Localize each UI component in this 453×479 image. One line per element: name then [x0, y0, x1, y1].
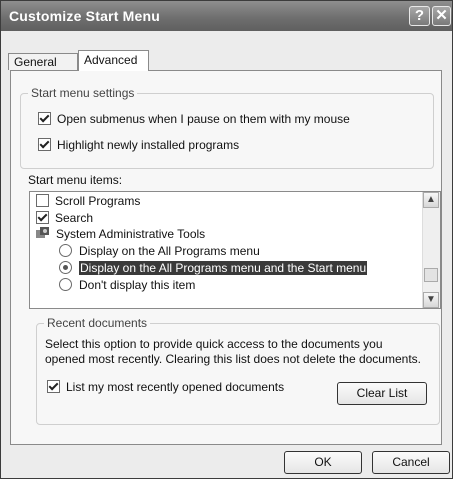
tab-advanced[interactable]: Advanced	[78, 50, 149, 71]
start-menu-items-list[interactable]: Scroll Programs Search System Administra…	[29, 191, 441, 309]
title-bar[interactable]: Customize Start Menu ? ✕	[1, 1, 452, 31]
cancel-button[interactable]: Cancel	[372, 451, 450, 474]
tab-general[interactable]: General	[8, 53, 78, 70]
search-label: Search	[55, 211, 94, 225]
list-item-display-all-programs[interactable]: Display on the All Programs menu	[59, 244, 260, 258]
scroll-down-button[interactable]: ▼	[423, 292, 439, 308]
dont-display-label: Don't display this item	[79, 278, 196, 292]
list-item-search[interactable]: Search	[36, 211, 93, 225]
display-all-programs-label: Display on the All Programs menu	[79, 244, 260, 258]
scroll-thumb[interactable]	[424, 268, 438, 282]
scroll-programs-checkbox[interactable]	[36, 194, 49, 207]
open-submenus-checkbox[interactable]	[38, 112, 51, 125]
list-scrollbar[interactable]: ▲ ▼	[422, 192, 440, 308]
list-item-dont-display[interactable]: Don't display this item	[59, 278, 195, 292]
highlight-programs-option[interactable]: Highlight newly installed programs	[38, 138, 239, 152]
highlight-programs-checkbox[interactable]	[38, 138, 51, 151]
list-item-display-all-and-start[interactable]: Display on the All Programs menu and the…	[59, 261, 368, 275]
dialog-window: Customize Start Menu ? ✕ General Advance…	[0, 0, 453, 479]
chevron-down-icon: ▼	[426, 294, 436, 305]
display-all-programs-radio[interactable]	[59, 244, 72, 257]
help-button[interactable]: ?	[409, 6, 430, 26]
close-button[interactable]: ✕	[432, 6, 451, 26]
start-menu-settings-group: Start menu settings Open submenus when I…	[20, 86, 434, 169]
list-item-system-admin-tools: System Administrative Tools	[36, 227, 205, 241]
system-admin-tools-label: System Administrative Tools	[56, 227, 206, 241]
display-all-and-start-label: Display on the All Programs menu and the…	[79, 261, 368, 275]
recent-documents-label: Recent documents	[44, 316, 151, 330]
scroll-up-button[interactable]: ▲	[423, 192, 439, 208]
recent-documents-group: Recent documents Select this option to p…	[36, 316, 440, 425]
scroll-programs-label: Scroll Programs	[55, 194, 141, 208]
admin-tools-icon	[36, 227, 49, 238]
chevron-up-icon: ▲	[426, 194, 436, 205]
open-submenus-label: Open submenus when I pause on them with …	[57, 112, 350, 126]
ok-button[interactable]: OK	[284, 451, 362, 474]
start-menu-settings-label: Start menu settings	[28, 86, 138, 100]
list-recent-docs-checkbox[interactable]	[47, 380, 60, 393]
window-title: Customize Start Menu	[9, 8, 161, 24]
clear-list-button[interactable]: Clear List	[337, 382, 427, 405]
highlight-programs-label: Highlight newly installed programs	[57, 138, 240, 152]
recent-description-line2: opened most recently. Clearing this list…	[45, 352, 421, 366]
display-all-and-start-radio[interactable]	[59, 261, 72, 274]
search-checkbox[interactable]	[36, 211, 49, 224]
list-recent-docs-label: List my most recently opened documents	[66, 380, 285, 394]
open-submenus-option[interactable]: Open submenus when I pause on them with …	[38, 112, 350, 126]
list-recent-docs-option[interactable]: List my most recently opened documents	[47, 380, 284, 394]
close-icon: ✕	[435, 7, 448, 24]
dont-display-radio[interactable]	[59, 278, 72, 291]
recent-description-line1: Select this option to provide quick acce…	[45, 337, 383, 351]
list-item-scroll-programs[interactable]: Scroll Programs	[36, 194, 140, 208]
start-menu-items-label: Start menu items:	[28, 173, 123, 187]
